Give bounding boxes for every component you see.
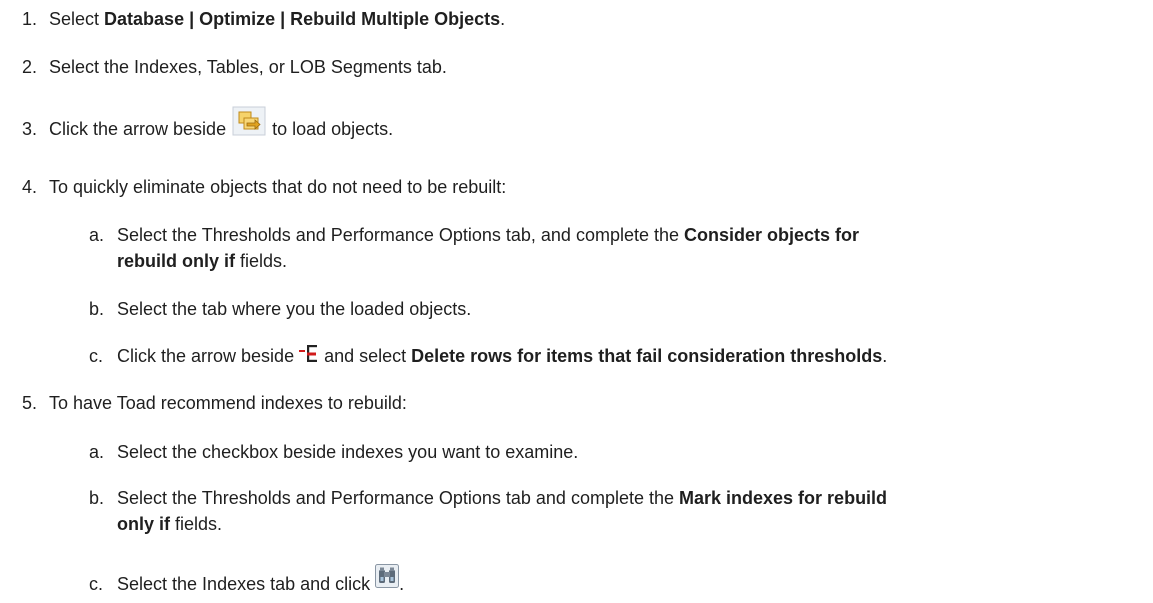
step-text: Click the arrow beside bbox=[49, 118, 232, 139]
step-number: 3. bbox=[22, 118, 38, 139]
step-2: 2. Select the Indexes, Tables, or LOB Seg… bbox=[22, 55, 447, 79]
substep-5c: c. Select the Indexes tab and click . bbox=[89, 564, 404, 597]
menu-path: Database | Optimize | Rebuild Multiple O… bbox=[104, 9, 501, 29]
step-5: 5. To have Toad recommend indexes to rebu… bbox=[22, 391, 407, 415]
substep-text: Select the Thresholds and Performance Op… bbox=[117, 225, 860, 271]
substep-letter: c. bbox=[89, 574, 104, 594]
step-3: 3. Click the arrow beside to load objects… bbox=[22, 106, 393, 146]
step-text: To have Toad recommend indexes to rebuil… bbox=[49, 393, 407, 413]
substep-text: Select the Thresholds and Performance Op… bbox=[117, 488, 888, 534]
substep-5b: b. Select the Thresholds and Performance … bbox=[89, 485, 887, 537]
step-number: 2. bbox=[22, 57, 38, 77]
substep-text: Select the checkbox beside indexes you w… bbox=[117, 442, 579, 462]
substep-4b: b. Select the tab where you the loaded ob… bbox=[89, 296, 471, 322]
step-number: 5. bbox=[22, 393, 38, 413]
delete-rows-icon bbox=[299, 344, 319, 364]
substep-letter: a. bbox=[89, 442, 105, 462]
substep-4a: a. Select the Thresholds and Performance … bbox=[89, 222, 859, 274]
substep-5a: a. Select the checkbox beside indexes you… bbox=[89, 439, 578, 465]
step-number: 4. bbox=[22, 177, 38, 197]
step-4: 4. To quickly eliminate objects that do n… bbox=[22, 175, 506, 199]
substep-text: Click the arrow beside and select Delete… bbox=[117, 344, 888, 366]
substep-letter: c. bbox=[89, 346, 104, 366]
substep-text: Select the tab where you the loaded obje… bbox=[117, 299, 472, 319]
step-text: To quickly eliminate objects that do not… bbox=[49, 177, 507, 197]
substep-text: Select the Indexes tab and click . bbox=[117, 564, 404, 597]
binoculars-icon bbox=[375, 564, 400, 589]
substep-letter: b. bbox=[89, 299, 105, 319]
substep-letter: a. bbox=[89, 225, 105, 245]
substep-4c: c. Click the arrow beside and select Dele… bbox=[89, 343, 887, 369]
step-1: 1. Select Database | Optimize | Rebuild M… bbox=[22, 9, 506, 29]
load-objects-icon bbox=[231, 105, 267, 137]
step-text: Select the Indexes, Tables, or LOB Segme… bbox=[49, 57, 447, 77]
step-text: Select bbox=[49, 9, 105, 29]
substep-letter: b. bbox=[89, 488, 105, 508]
step-number: 1. bbox=[22, 9, 38, 29]
